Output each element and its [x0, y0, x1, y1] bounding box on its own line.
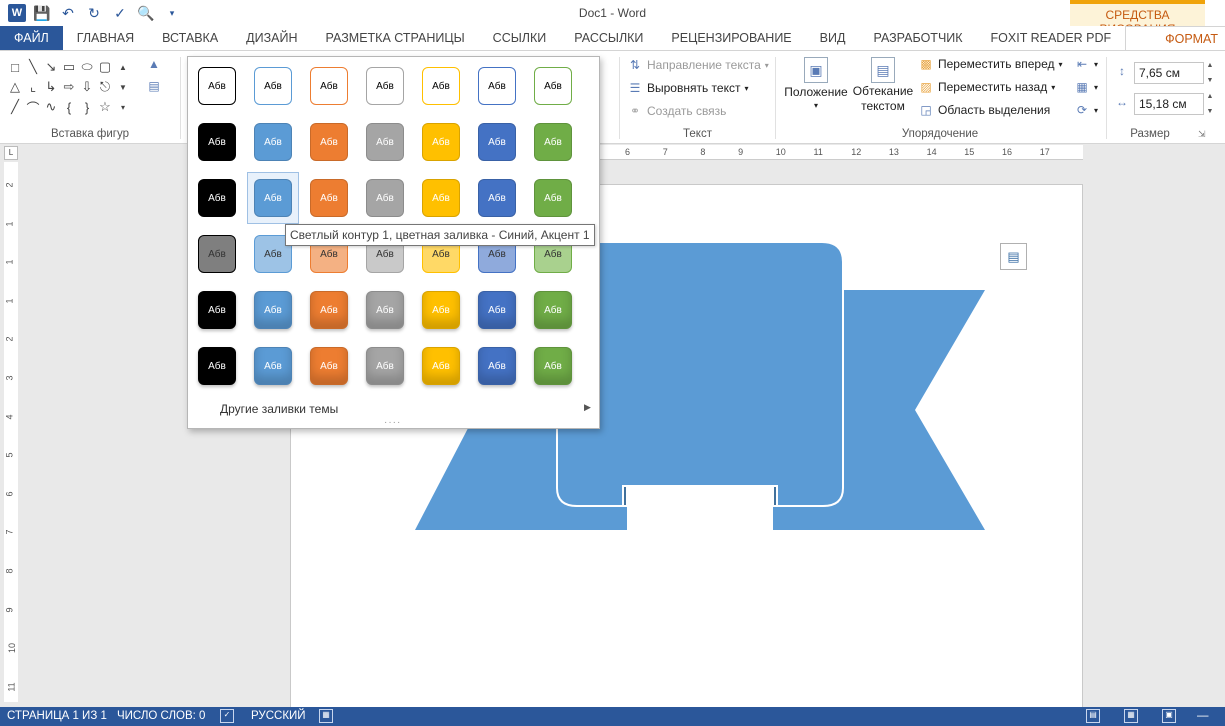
shape-style-swatch[interactable]: Абв: [310, 179, 348, 217]
shape-style-swatch[interactable]: Абв: [478, 291, 516, 329]
shape-style-swatch[interactable]: Абв: [366, 291, 404, 329]
read-mode-icon[interactable]: ▤: [1086, 709, 1100, 723]
shape-style-swatch[interactable]: Абв: [198, 123, 236, 161]
resize-grip-icon[interactable]: ····: [384, 417, 401, 428]
word-window: W 💾 ↶ ↻ ✓ 🔍 ▾ Doc1 - Word СРЕДСТВА РИСОВ…: [0, 0, 1225, 726]
ribbon-banner-shape[interactable]: [0, 0, 1225, 726]
more-theme-fills-item[interactable]: Другие заливки темы: [220, 402, 338, 416]
shape-style-swatch[interactable]: Абв: [198, 179, 236, 217]
macro-record-icon[interactable]: ▦: [319, 709, 333, 723]
word-count-status[interactable]: ЧИСЛО СЛОВ: 0: [117, 710, 205, 722]
page-count-status[interactable]: СТРАНИЦА 1 ИЗ 1: [7, 710, 107, 722]
shape-style-swatch[interactable]: Абв: [534, 291, 572, 329]
shape-style-swatch[interactable]: Абв: [310, 291, 348, 329]
shape-style-swatch[interactable]: Абв: [478, 123, 516, 161]
print-layout-icon[interactable]: ▦: [1124, 709, 1138, 723]
shape-style-swatch[interactable]: Абв: [198, 291, 236, 329]
submenu-arrow-icon: ▶: [584, 402, 591, 412]
shape-style-swatch[interactable]: Абв: [198, 235, 236, 273]
shape-style-swatch[interactable]: Абв: [478, 67, 516, 105]
shape-style-swatch[interactable]: Абв: [198, 347, 236, 385]
style-tooltip: Светлый контур 1, цветная заливка - Сини…: [285, 224, 595, 246]
shape-style-swatch[interactable]: Абв: [254, 123, 292, 161]
shape-style-swatch[interactable]: Абв: [254, 291, 292, 329]
shape-style-swatch[interactable]: Абв: [422, 291, 460, 329]
shape-style-swatch[interactable]: Абв: [310, 67, 348, 105]
shape-style-swatch[interactable]: Абв: [534, 179, 572, 217]
shape-style-swatch[interactable]: Абв: [534, 347, 572, 385]
web-layout-icon[interactable]: ▣: [1162, 709, 1176, 723]
zoom-out-icon[interactable]: —: [1197, 710, 1209, 722]
language-status[interactable]: РУССКИЙ: [251, 710, 306, 722]
shape-style-swatch[interactable]: Абв: [366, 179, 404, 217]
shape-style-swatch[interactable]: Абв: [534, 67, 572, 105]
shape-style-swatch[interactable]: Абв: [198, 67, 236, 105]
shape-style-swatch[interactable]: Абв: [422, 123, 460, 161]
shape-style-swatch[interactable]: Абв: [310, 347, 348, 385]
shape-style-swatch[interactable]: Абв: [254, 347, 292, 385]
shape-style-swatch[interactable]: Абв: [422, 179, 460, 217]
shape-style-swatch[interactable]: Абв: [366, 67, 404, 105]
layout-options-icon[interactable]: ▤: [1000, 243, 1027, 270]
shape-style-swatch[interactable]: Абв: [534, 123, 572, 161]
shape-style-swatch[interactable]: Абв: [254, 67, 292, 105]
shape-style-swatch[interactable]: Абв: [366, 123, 404, 161]
shape-style-swatch[interactable]: Абв: [366, 347, 404, 385]
shape-style-swatch[interactable]: Абв: [254, 179, 292, 217]
status-bar: СТРАНИЦА 1 ИЗ 1 ЧИСЛО СЛОВ: 0 ✓ РУССКИЙ …: [0, 707, 1225, 726]
proofing-icon[interactable]: ✓: [220, 709, 234, 723]
shape-style-swatch[interactable]: Абв: [310, 123, 348, 161]
shape-style-swatch[interactable]: Абв: [422, 67, 460, 105]
shape-style-swatch[interactable]: Абв: [478, 179, 516, 217]
shape-style-swatch[interactable]: Абв: [422, 347, 460, 385]
shape-style-swatch[interactable]: Абв: [478, 347, 516, 385]
